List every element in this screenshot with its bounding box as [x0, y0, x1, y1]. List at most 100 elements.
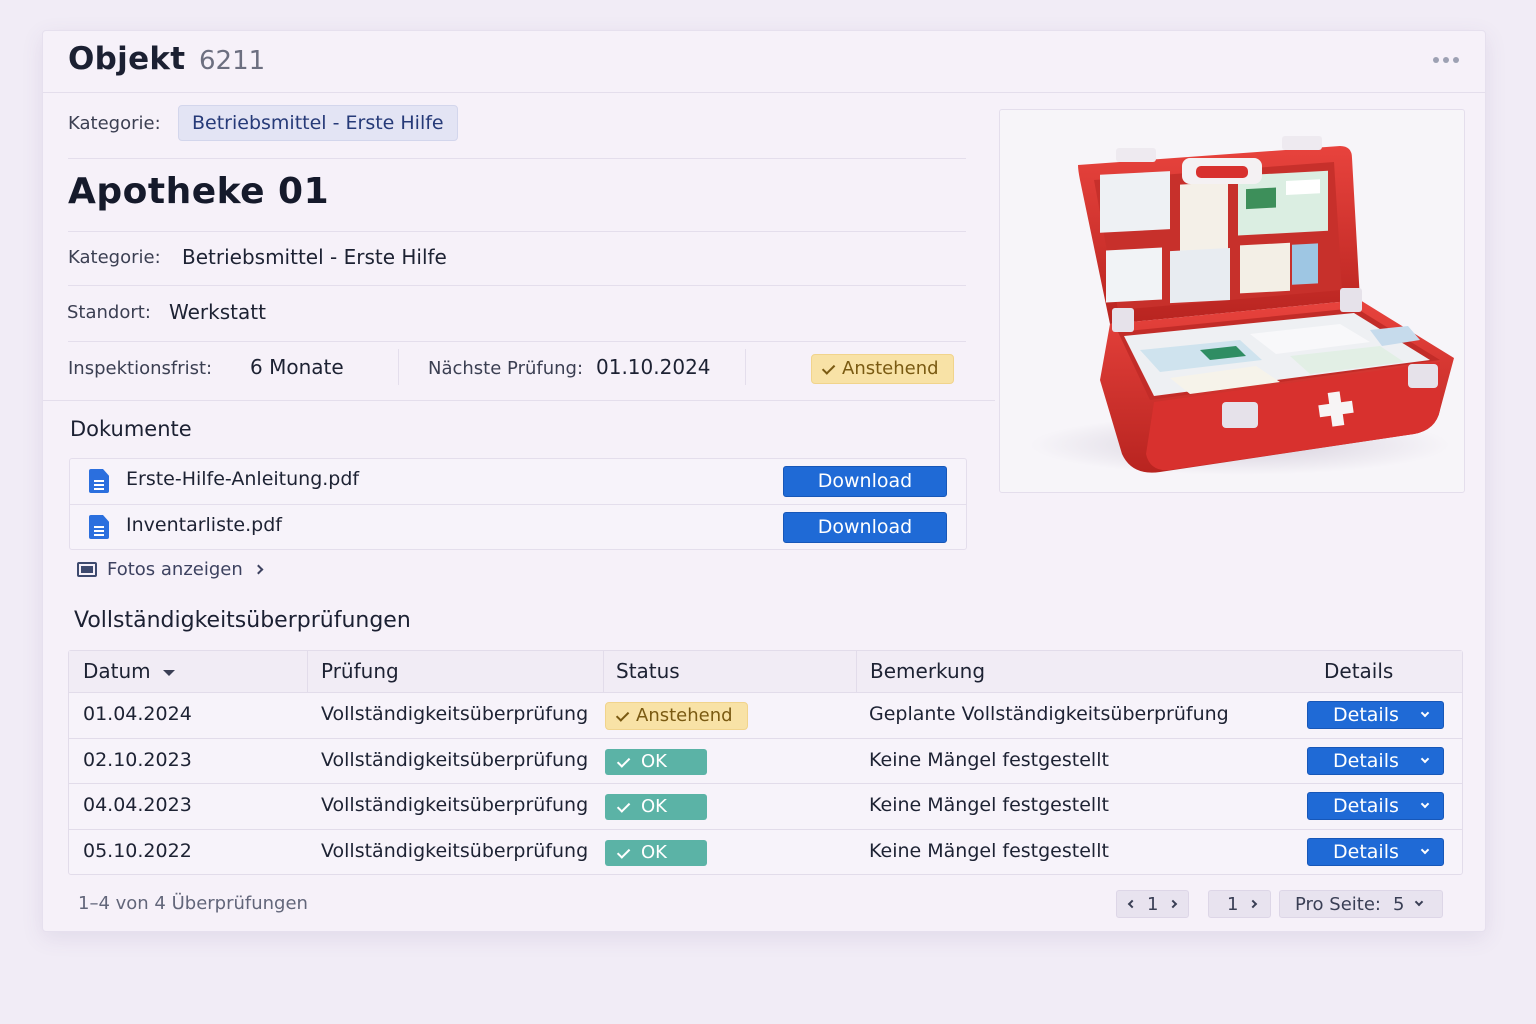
object-name: Apotheke 01 — [68, 171, 330, 212]
column-check: Prüfung — [321, 659, 399, 683]
per-page-label: Pro Seite: — [1295, 893, 1381, 915]
table-row: 05.10.2022 Vollständigkeitsüberprüfung O… — [69, 829, 1462, 875]
more-options-icon[interactable] — [1433, 57, 1459, 63]
download-button[interactable]: Download — [783, 466, 947, 497]
documents-title: Dokumente — [70, 417, 192, 441]
divider — [68, 158, 966, 159]
column-details: Details — [1324, 659, 1394, 683]
chevron-down-icon — [1420, 708, 1430, 718]
category-badge: Betriebsmittel - Erste Hilfe — [178, 105, 458, 141]
page-navigator[interactable]: 1 — [1116, 890, 1190, 918]
row-remark: Keine Mängel festgestellt — [869, 794, 1109, 816]
table-row: 02.10.2023 Vollständigkeitsüberprüfung O… — [69, 738, 1462, 784]
chevron-right-icon — [253, 564, 264, 575]
row-check: Vollständigkeitsüberprüfung — [321, 749, 589, 771]
details-button[interactable]: Details — [1307, 792, 1444, 820]
details-button-label: Details — [1333, 750, 1399, 772]
chevron-down-icon — [1415, 897, 1424, 907]
show-photos-link[interactable]: Fotos anzeigen — [77, 559, 264, 580]
column-separator — [856, 651, 857, 693]
check-icon — [616, 798, 631, 813]
object-card: Objekt 6211 Kategorie: Betriebsmittel - … — [42, 30, 1486, 932]
table-row: 01.04.2024 Vollständigkeitsüberprüfung A… — [69, 693, 1462, 739]
category-label: Kategorie: — [68, 247, 161, 268]
divider — [68, 231, 966, 232]
chevron-left-icon[interactable] — [1127, 899, 1137, 909]
status-badge-pending: Anstehend — [605, 702, 748, 730]
table-row: 04.04.2023 Vollständigkeitsüberprüfung O… — [69, 783, 1462, 829]
documents-list: Erste-Hilfe-Anleitung.pdf Download Inven… — [69, 458, 967, 550]
chevron-right-icon[interactable] — [1169, 899, 1178, 909]
per-page-value: 5 — [1392, 893, 1405, 915]
pagination-summary: 1–4 von 4 Überprüfungen — [78, 893, 308, 914]
divider — [68, 341, 966, 342]
document-row: Erste-Hilfe-Anleitung.pdf Download — [70, 459, 966, 505]
chevron-down-icon — [1420, 754, 1430, 764]
first-aid-kit-icon — [1030, 136, 1454, 475]
category-value: Betriebsmittel - Erste Hilfe — [182, 245, 447, 269]
check-icon — [616, 844, 631, 859]
status-label: OK — [641, 751, 667, 772]
table-header: Datum Prüfung Status Bemerkung Details — [69, 651, 1462, 693]
sort-desc-icon[interactable] — [162, 669, 175, 676]
divider — [68, 285, 966, 286]
document-icon — [89, 515, 109, 539]
document-icon — [89, 469, 109, 493]
details-button[interactable]: Details — [1307, 701, 1444, 729]
status-badge-ok: OK — [605, 749, 707, 775]
check-icon — [821, 360, 836, 375]
row-check: Vollständigkeitsüberprüfung — [321, 794, 589, 816]
interval-label: Inspektionsfrist: — [68, 358, 213, 379]
column-remark: Bemerkung — [870, 659, 986, 683]
details-button[interactable]: Details — [1307, 747, 1444, 775]
location-value: Werkstatt — [169, 300, 266, 324]
column-date-label: Datum — [83, 659, 151, 683]
details-button[interactable]: Details — [1307, 838, 1444, 866]
interval-value: 6 Monate — [250, 355, 344, 379]
document-name: Inventarliste.pdf — [126, 514, 282, 536]
document-name: Erste-Hilfe-Anleitung.pdf — [126, 468, 360, 490]
card-title: Objekt — [68, 41, 186, 77]
column-separator — [603, 651, 604, 693]
row-date: 04.04.2023 — [83, 794, 192, 816]
status-label: OK — [641, 842, 667, 863]
column-status: Status — [616, 659, 680, 683]
object-id: 6211 — [199, 46, 266, 76]
details-button-label: Details — [1333, 841, 1399, 863]
divider — [398, 349, 399, 385]
status-badge: Anstehend — [811, 354, 954, 384]
checks-title: Vollständigkeitsüberprüfungen — [74, 608, 411, 633]
chevron-down-icon — [1420, 845, 1430, 855]
chevron-right-icon — [1249, 899, 1258, 909]
row-remark: Keine Mängel festgestellt — [869, 749, 1109, 771]
photo-icon — [77, 562, 97, 577]
object-image[interactable] — [999, 109, 1465, 493]
check-icon — [616, 753, 631, 768]
checks-table: Datum Prüfung Status Bemerkung Details 0… — [68, 650, 1463, 875]
row-check: Vollständigkeitsüberprüfung — [321, 840, 589, 862]
row-date: 05.10.2022 — [83, 840, 192, 862]
check-icon — [615, 707, 630, 722]
current-page: 1 — [1147, 893, 1159, 915]
status-label: Anstehend — [636, 705, 733, 726]
details-button-label: Details — [1333, 795, 1399, 817]
row-check: Vollständigkeitsüberprüfung — [321, 703, 589, 725]
download-button[interactable]: Download — [783, 512, 947, 543]
column-date[interactable]: Datum — [83, 659, 175, 683]
status-badge-ok: OK — [605, 794, 707, 820]
divider — [745, 349, 746, 385]
show-photos-label: Fotos anzeigen — [107, 559, 243, 580]
chevron-down-icon — [1420, 799, 1430, 809]
column-separator — [307, 651, 308, 693]
divider — [43, 400, 995, 401]
row-date: 01.04.2024 — [83, 703, 192, 725]
row-remark: Geplante Vollständigkeitsüberprüfung — [869, 703, 1229, 725]
card-header: Objekt 6211 — [43, 31, 1485, 93]
page-jump[interactable]: 1 — [1208, 890, 1272, 918]
status-badge-ok: OK — [605, 840, 707, 866]
status-badge-label: Anstehend — [842, 358, 939, 379]
per-page-select[interactable]: Pro Seite: 5 — [1279, 890, 1444, 918]
next-check-label: Nächste Prüfung: — [428, 358, 584, 379]
row-remark: Keine Mängel festgestellt — [869, 840, 1109, 862]
page-jump-value: 1 — [1227, 893, 1239, 915]
